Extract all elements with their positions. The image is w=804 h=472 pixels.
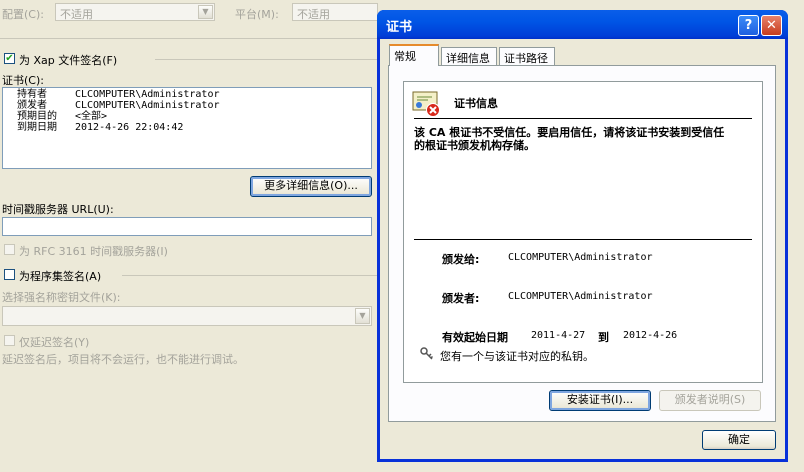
delay-sign-note: 延迟签名后，项目将不会运行，也不能进行调试。 xyxy=(2,353,244,366)
section-line xyxy=(122,275,377,276)
cert-value: CLCOMPUTER\Administrator xyxy=(75,89,220,100)
tab-cert-path[interactable]: 证书路径 xyxy=(499,47,555,65)
divider xyxy=(0,38,377,39)
issued-to-label: 颁发给: xyxy=(442,253,480,266)
cert-value: <全部> xyxy=(75,111,108,122)
details-rule xyxy=(414,239,752,240)
ok-button[interactable]: 确定 xyxy=(702,430,776,450)
sign-assembly-label: 为程序集签名(A) xyxy=(19,270,102,283)
valid-from-value: 2011-4-27 xyxy=(531,330,586,341)
tab-general[interactable]: 常规 xyxy=(389,44,439,66)
sign-xap-label: 为 Xap 文件签名(F) xyxy=(19,54,118,67)
dialog-title: 证书 xyxy=(386,20,413,35)
cert-key: 预期目的 xyxy=(17,111,57,122)
sign-xap-checkbox[interactable]: ✔ xyxy=(4,53,15,64)
strong-name-label: 选择强名称密钥文件(K): xyxy=(2,291,121,304)
valid-to-value: 2012-4-26 xyxy=(623,330,678,341)
certificate-dialog: 证书 ? ✕ 常规 详细信息 证书路径 证书信息 该 CA 根证书不受信任。要启… xyxy=(377,10,788,462)
cert-key: 到期日期 xyxy=(17,122,57,133)
platform-combo[interactable]: 不适用 xyxy=(292,3,378,21)
help-icon: ? xyxy=(744,18,753,33)
help-button[interactable]: ? xyxy=(738,15,759,36)
cert-summary-box: 持有者 颁发者 预期目的 到期日期 CLCOMPUTER\Administrat… xyxy=(2,87,372,169)
platform-value: 不适用 xyxy=(297,8,330,21)
cert-values: CLCOMPUTER\Administrator CLCOMPUTER\Admi… xyxy=(75,89,220,133)
dialog-titlebar[interactable]: 证书 ? ✕ xyxy=(377,10,788,39)
cert-keys: 持有者 颁发者 预期目的 到期日期 xyxy=(17,89,57,133)
platform-label: 平台(M): xyxy=(235,8,279,21)
dialog-body: 常规 详细信息 证书路径 证书信息 该 CA 根证书不受信任。要启用信任，请将该… xyxy=(380,39,785,459)
cert-value: CLCOMPUTER\Administrator xyxy=(75,100,220,111)
trust-warning-text: 该 CA 根证书不受信任。要启用信任，请将该证书安装到受信任的根证书颁发机构存储… xyxy=(414,126,725,152)
issued-by-label: 颁发者: xyxy=(442,292,480,305)
config-label: 配置(C): xyxy=(2,8,44,21)
rfc-label: 为 RFC 3161 时间戳服务器(I) xyxy=(19,245,168,258)
chevron-down-icon: ▼ xyxy=(198,5,213,19)
rfc-checkbox[interactable] xyxy=(4,244,15,255)
cert-label: 证书(C): xyxy=(2,74,44,87)
delay-sign-label: 仅延迟签名(Y) xyxy=(19,336,90,349)
heading-rule xyxy=(414,118,752,119)
sign-assembly-checkbox[interactable] xyxy=(4,269,15,280)
config-value: 不适用 xyxy=(60,8,93,21)
timestamp-label: 时间戳服务器 URL(U): xyxy=(2,203,114,216)
cert-value: 2012-4-26 22:04:42 xyxy=(75,122,184,133)
cert-info-heading: 证书信息 xyxy=(454,97,498,110)
close-icon: ✕ xyxy=(766,18,777,33)
valid-from-label: 有效起始日期 xyxy=(442,331,508,344)
strong-name-combo[interactable]: ▼ xyxy=(2,306,372,326)
install-certificate-button[interactable]: 安装证书(I)... xyxy=(549,390,651,411)
cert-key: 持有者 xyxy=(17,89,47,100)
chevron-down-icon: ▼ xyxy=(355,308,370,324)
timestamp-url-input[interactable] xyxy=(2,217,372,236)
config-combo[interactable]: 不适用 ▼ xyxy=(55,3,215,21)
section-line xyxy=(155,59,377,60)
valid-to-label: 到 xyxy=(598,331,609,344)
tab-panel-general: 证书信息 该 CA 根证书不受信任。要启用信任，请将该证书安装到受信任的根证书颁… xyxy=(388,65,776,422)
tab-details[interactable]: 详细信息 xyxy=(441,47,497,65)
certificate-error-icon xyxy=(412,90,440,117)
issued-to-value: CLCOMPUTER\Administrator xyxy=(508,252,653,263)
certificate-info-panel: 证书信息 该 CA 根证书不受信任。要启用信任，请将该证书安装到受信任的根证书颁… xyxy=(403,81,763,383)
delay-sign-checkbox[interactable] xyxy=(4,335,15,346)
cert-key: 颁发者 xyxy=(17,100,47,111)
issuer-statement-button[interactable]: 颁发者说明(S) xyxy=(659,390,761,411)
key-icon xyxy=(420,347,434,361)
more-details-button[interactable]: 更多详细信息(O)... xyxy=(250,176,372,197)
issued-by-value: CLCOMPUTER\Administrator xyxy=(508,291,653,302)
close-button[interactable]: ✕ xyxy=(761,15,782,36)
private-key-note: 您有一个与该证书对应的私钥。 xyxy=(440,350,594,363)
